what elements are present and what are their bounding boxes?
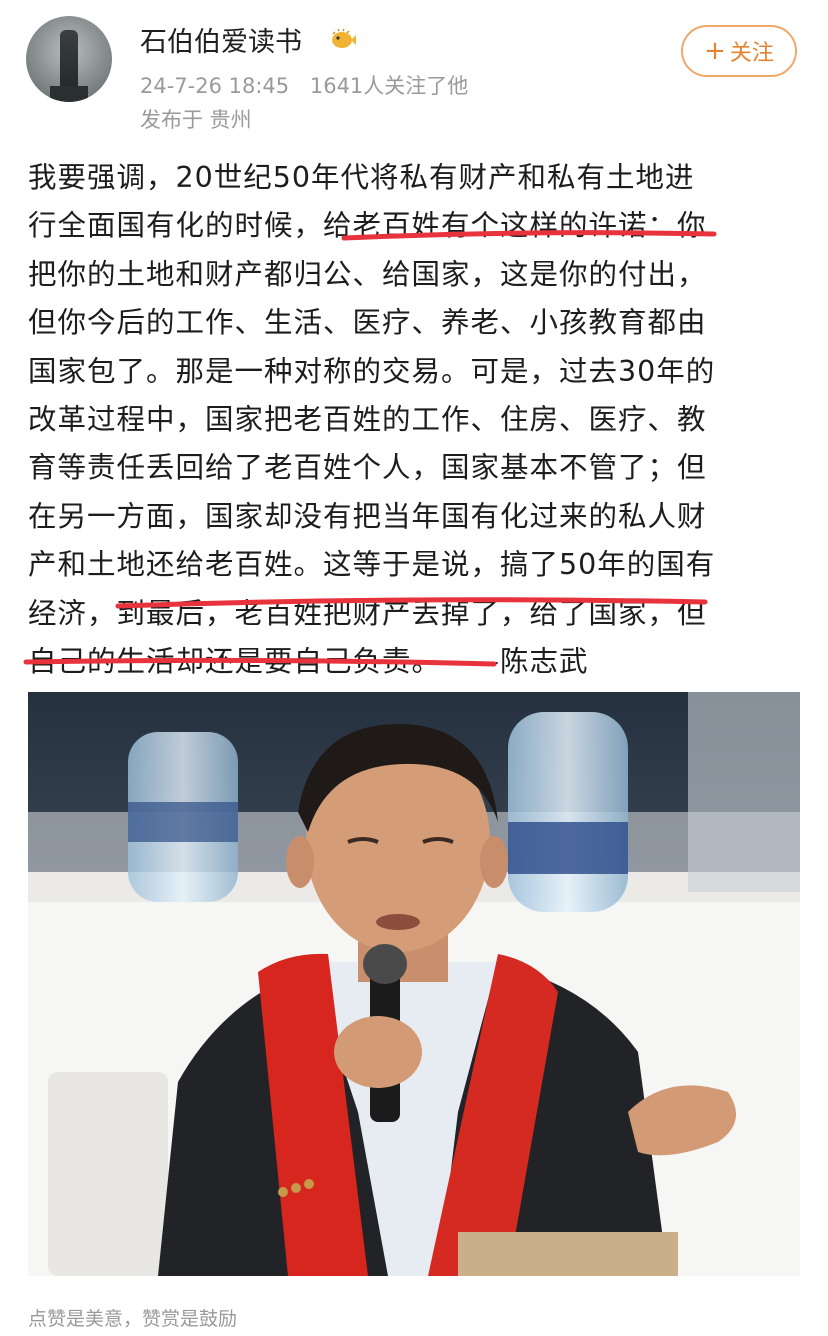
post-line: 国家包了。那是一种对称的交易。可是，过去30年的 xyxy=(28,354,716,388)
post-timestamp: 24-7-26 18:45 xyxy=(140,74,290,98)
pufferfish-badge-icon xyxy=(332,28,356,48)
post-body: 我要强调，20世纪50年代将私有财产和私有土地进 行全面国有化的时候，给老百姓有… xyxy=(28,154,808,686)
avatar-statue xyxy=(60,30,78,92)
avatar-statue-base xyxy=(50,86,88,102)
post-line: 产和土地还给老百姓。这等于是说，搞了50年的国有 xyxy=(28,548,716,582)
follow-button[interactable]: + 关注 xyxy=(681,25,797,77)
speaker-photo xyxy=(28,692,800,1276)
post-photo[interactable] xyxy=(28,692,800,1276)
post-line: 把你的土地和财产都归公、给国家，这是你的付出， xyxy=(28,257,707,291)
post-line: 在另一方面，国家却没有把当年国有化过来的私人财 xyxy=(28,499,707,533)
follow-button-label: 关注 xyxy=(729,41,774,66)
post-line: 但你今后的工作、生活、医疗、养老、小孩教育都由 xyxy=(28,306,707,340)
follower-count: 1641人关注了他 xyxy=(309,74,469,98)
post-line: 育等责任丢回给了老百姓个人，国家基本不管了；但 xyxy=(28,451,707,485)
post-location: 发布于 贵州 xyxy=(140,108,252,132)
footer-slogan: 点赞是美意，赞赏是鼓励 xyxy=(28,1308,238,1330)
post-line: 行全面国有化的时候，给老百姓有个这样的许诺：你 xyxy=(28,209,707,243)
plus-icon: + xyxy=(704,36,726,66)
post-meta: 24-7-26 18:45 1641人关注了他 xyxy=(140,70,482,100)
water-bottle-right xyxy=(508,712,628,912)
post-line: 经济，到最后，老百姓把财产丢掉了，给了国家，但 xyxy=(28,596,707,630)
post-line: 自己的生活却还是要自己负责。——陈志武 xyxy=(28,644,589,678)
username[interactable]: 石伯伯爱读书 xyxy=(140,20,302,59)
post-line: 我要强调，20世纪50年代将私有财产和私有土地进 xyxy=(28,161,695,194)
post-line: 改革过程中，国家把老百姓的工作、住房、医疗、教 xyxy=(28,402,707,436)
avatar[interactable] xyxy=(26,16,112,102)
